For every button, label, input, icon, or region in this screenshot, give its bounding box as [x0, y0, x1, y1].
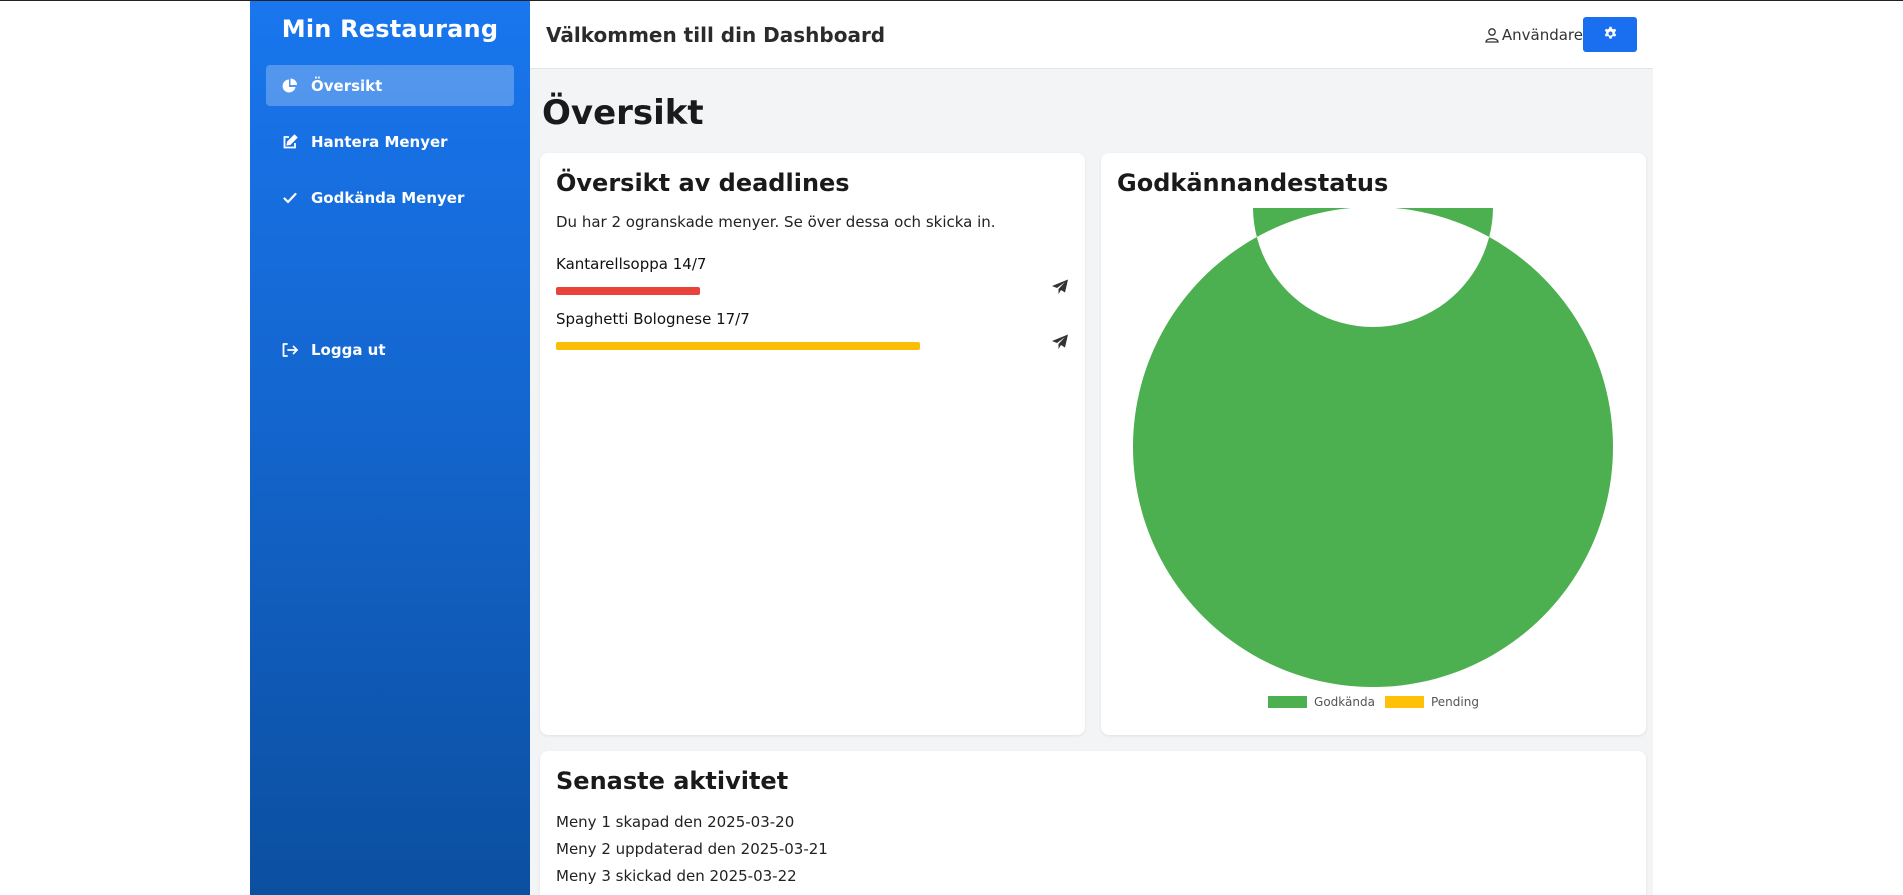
sidebar: Min Restaurang Översikt Hantera Menyer G… [250, 1, 530, 895]
sidebar-item-label: Översikt [311, 76, 383, 95]
sidebar-item-hantera-menyer[interactable]: Hantera Menyer [266, 121, 514, 162]
edit-icon [281, 133, 299, 151]
activity-item: Meny 3 skickad den 2025-03-22 [556, 867, 797, 885]
legend-item-godkanda[interactable]: Godkända [1268, 695, 1375, 709]
deadline-progress-bar [556, 342, 920, 350]
main-content: Välkommen till din Dashboard Användare Ö… [530, 1, 1653, 895]
user-label: Användare [1501, 25, 1583, 44]
settings-button[interactable] [1583, 17, 1637, 52]
approval-status-title: Godkännandestatus [1117, 169, 1389, 197]
sidebar-item-logout[interactable]: Logga ut [266, 329, 514, 370]
user-menu[interactable]: Användare [1484, 26, 1583, 44]
sidebar-item-godkanda-menyer[interactable]: Godkända Menyer [266, 177, 514, 218]
activity-item: Meny 1 skapad den 2025-03-20 [556, 813, 795, 831]
user-icon [1484, 27, 1500, 43]
activity-item: Meny 2 uppdaterad den 2025-03-21 [556, 840, 828, 858]
cards-row: Översikt av deadlines Du har 2 ogranskad… [540, 87, 1646, 735]
logout-icon [281, 341, 299, 359]
deadline-progress-bar [556, 287, 700, 295]
donut-chart-svg [1132, 87, 1613, 688]
chart-legend: Godkända Pending [1101, 695, 1646, 709]
sidebar-item-label: Godkända Menyer [311, 188, 465, 207]
logout-label: Logga ut [311, 340, 386, 359]
deadlines-description: Du har 2 ogranskade menyer. Se över dess… [556, 213, 996, 231]
deadlines-title: Översikt av deadlines [556, 169, 850, 197]
brand-title: Min Restaurang [281, 15, 499, 43]
pie-chart-icon [281, 77, 299, 95]
deadline-label: Spaghetti Bolognese 17/7 [556, 310, 750, 328]
topbar: Välkommen till din Dashboard Användare [530, 1, 1653, 69]
activity-list: Meny 1 skapad den 2025-03-20 Meny 2 uppd… [556, 809, 1630, 890]
send-icon[interactable] [1051, 279, 1069, 299]
legend-swatch [1268, 696, 1308, 708]
page-title: Översikt [542, 93, 704, 133]
check-icon [281, 189, 299, 207]
sidebar-item-label: Hantera Menyer [311, 132, 448, 151]
app-root: Min Restaurang Översikt Hantera Menyer G… [250, 1, 1653, 895]
topbar-title: Välkommen till din Dashboard [546, 22, 886, 47]
gear-icon [1603, 26, 1618, 44]
approval-status-card: Godkännandestatus Godkända Pending [1101, 87, 1646, 735]
deadline-item: Kantarellsoppa 14/7 [556, 255, 1069, 310]
send-icon[interactable] [1051, 334, 1069, 354]
deadline-item: Spaghetti Bolognese 17/7 [556, 310, 1069, 365]
deadline-label: Kantarellsoppa 14/7 [556, 255, 707, 273]
legend-item-pending[interactable]: Pending [1384, 695, 1479, 709]
legend-label: Pending [1430, 695, 1479, 709]
sidebar-item-oversikt[interactable]: Översikt [266, 65, 514, 106]
donut-chart [1117, 87, 1630, 688]
legend-swatch [1384, 696, 1424, 708]
legend-label: Godkända [1314, 695, 1375, 709]
deadlines-card: Översikt av deadlines Du har 2 ogranskad… [540, 153, 1085, 735]
activity-title: Senaste aktivitet [556, 767, 789, 795]
activity-card: Senaste aktivitet Meny 1 skapad den 2025… [540, 751, 1646, 895]
